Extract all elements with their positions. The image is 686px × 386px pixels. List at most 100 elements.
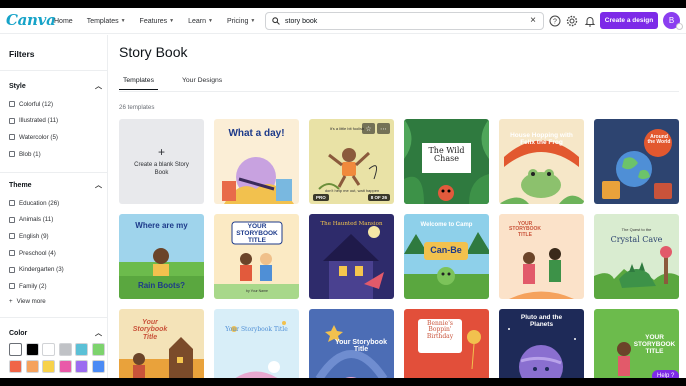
template-card[interactable]: YOUR STORYBOOK TITLE <box>594 309 679 378</box>
color-swatch[interactable] <box>91 343 105 356</box>
card-title: The Haunted Mansion <box>320 221 383 227</box>
template-card[interactable]: The Haunted Mansion <box>309 214 394 299</box>
checkbox[interactable] <box>9 117 15 124</box>
color-swatch[interactable] <box>91 359 105 373</box>
style-heading: Style <box>9 82 26 90</box>
filter-family[interactable]: Family (2) <box>9 278 102 295</box>
gear-icon[interactable] <box>566 15 578 27</box>
checkbox[interactable] <box>9 283 15 290</box>
template-card[interactable]: YOUR STORYBOOK TITLE <box>499 214 584 299</box>
template-card[interactable]: Welcome to Camp Can-Be <box>404 214 489 299</box>
checkbox[interactable] <box>9 233 15 240</box>
checkbox[interactable] <box>9 250 15 257</box>
tabs-divider <box>119 91 679 92</box>
filter-colorful[interactable]: Colorful (12) <box>9 96 102 113</box>
template-card[interactable]: The Wild Chase <box>404 119 489 204</box>
filter-education[interactable]: Education (26) <box>9 195 102 212</box>
view-more-link[interactable]: + View more <box>9 295 102 309</box>
color-swatch[interactable] <box>58 343 72 356</box>
card-subtitle: Crystal Cave <box>610 235 663 244</box>
template-card[interactable]: Your Storybook Title <box>214 309 299 378</box>
template-card[interactable]: It's a little bit foolish don't help me … <box>309 119 394 204</box>
color-filter-header[interactable]: Color ︿ <box>9 328 102 338</box>
theme-filter-header[interactable]: Theme ︿ <box>9 180 102 190</box>
chevron-down-icon: ▼ <box>250 18 256 24</box>
search-input[interactable] <box>285 17 515 25</box>
template-card[interactable]: Around the World <box>594 119 679 204</box>
tab-templates[interactable]: Templates <box>119 73 158 90</box>
template-card[interactable]: The Quest to the Crystal Cave <box>594 214 679 299</box>
star-icon[interactable]: ☆ <box>362 123 375 134</box>
nav-home[interactable]: Home <box>54 18 73 25</box>
color-swatch[interactable] <box>9 343 22 356</box>
nav-home-label: Home <box>54 17 73 25</box>
nav-learn[interactable]: Learn ▼ <box>188 18 213 25</box>
checkbox[interactable] <box>9 266 15 273</box>
color-swatch[interactable] <box>25 343 39 356</box>
filter-watercolor[interactable]: Watercolor (5) <box>9 129 102 146</box>
filter-label: Kindergarten (3) <box>19 266 64 274</box>
help-button[interactable]: Help ? <box>652 370 680 378</box>
help-icon[interactable]: ? <box>549 15 561 27</box>
color-swatch[interactable] <box>25 359 39 373</box>
canva-logo[interactable]: Canva <box>6 11 56 29</box>
template-count: 26 templates <box>119 104 155 111</box>
checkbox[interactable] <box>9 101 15 108</box>
filter-preschool[interactable]: Preschool (4) <box>9 245 102 262</box>
template-card[interactable]: Where are my Rain Boots? <box>119 214 204 299</box>
checkbox[interactable] <box>9 200 15 207</box>
filter-illustrated[interactable]: Illustrated (11) <box>9 113 102 130</box>
more-icon[interactable]: ⋯ <box>377 123 390 134</box>
card-title: Pluto and the Planets <box>520 314 563 328</box>
template-card[interactable]: YOUR STORYBOOK TITLE by Your Name <box>214 214 299 299</box>
nav-features[interactable]: Features ▼ <box>140 18 175 25</box>
bell-icon[interactable] <box>584 15 596 27</box>
card-title: The Wild Chase <box>428 146 465 164</box>
page-counter: 8 OF 26 <box>367 194 390 201</box>
card-illustration <box>231 321 286 378</box>
filter-animals[interactable]: Animals (11) <box>9 212 102 229</box>
template-card[interactable]: Your Storybook Title <box>309 309 394 378</box>
filter-english[interactable]: English (9) <box>9 228 102 245</box>
chevron-down-icon: ▼ <box>208 18 213 24</box>
color-swatch[interactable] <box>58 359 72 373</box>
chevron-up-icon: ︿ <box>95 330 102 337</box>
color-swatch[interactable] <box>9 359 22 373</box>
clear-search-icon[interactable]: × <box>530 15 536 26</box>
create-blank-label: Create a blank Story Book <box>134 162 189 176</box>
pro-badge: PRO <box>313 194 329 201</box>
color-swatch[interactable] <box>42 359 55 373</box>
template-card[interactable]: Your Storybook Title <box>119 309 204 378</box>
card-title: What a day! <box>228 128 285 139</box>
create-design-button[interactable]: Create a design <box>600 12 658 29</box>
plus-icon: + <box>157 145 165 159</box>
filter-blob[interactable]: Blob (1) <box>9 146 102 163</box>
color-swatch[interactable] <box>75 359 88 373</box>
template-card[interactable]: House Hopping with Felix the Frog <box>499 119 584 204</box>
template-card[interactable]: Bennie's Boppin' Birthday <box>404 309 489 378</box>
tab-your-designs[interactable]: Your Designs <box>178 73 226 90</box>
style-filter-section: Style ︿ Colorful (12) Illustrated (11) Wa… <box>9 81 102 162</box>
theme-filter-section: Theme ︿ Education (26) Animals (11) Engli… <box>9 180 102 309</box>
template-card[interactable]: Pluto and the Planets <box>499 309 584 378</box>
card-title: YOUR STORYBOOK TITLE <box>236 223 278 244</box>
filter-kindergarten[interactable]: Kindergarten (3) <box>9 261 102 278</box>
filter-label: English (9) <box>19 232 49 240</box>
page-title: Story Book <box>119 44 188 60</box>
template-card[interactable]: What a day! <box>214 119 299 204</box>
checkbox[interactable] <box>9 134 15 141</box>
color-filter-section: Color ︿ <box>9 328 105 373</box>
color-swatches <box>9 343 105 373</box>
card-text-bottom: don't help me out, wait happen <box>324 188 380 193</box>
card-subtitle: Rain Boots? <box>137 281 186 290</box>
style-filter-header[interactable]: Style ︿ <box>9 81 102 91</box>
create-blank-card[interactable]: + Create a blank Story Book <box>119 119 204 204</box>
nav-pricing[interactable]: Pricing ▼ <box>227 18 255 25</box>
checkbox[interactable] <box>9 151 15 158</box>
color-swatch[interactable] <box>42 343 55 356</box>
nav-templates[interactable]: Templates ▼ <box>87 18 126 25</box>
checkbox[interactable] <box>9 216 15 223</box>
filter-label: Illustrated (11) <box>19 117 59 125</box>
color-swatch[interactable] <box>75 343 88 356</box>
card-title: Welcome to Camp <box>420 222 473 228</box>
